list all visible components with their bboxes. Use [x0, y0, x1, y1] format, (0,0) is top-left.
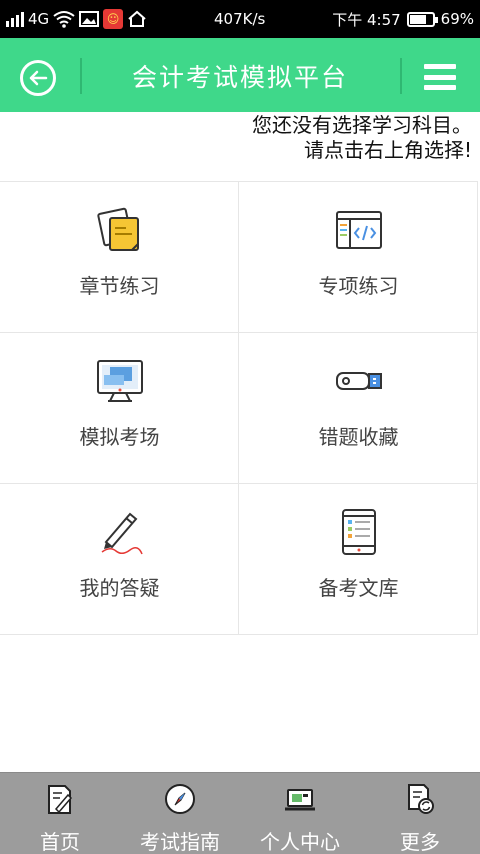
nav-item-home[interactable]: 首页: [0, 773, 120, 854]
battery-icon: [406, 11, 438, 27]
network-speed: 407K/s: [214, 10, 266, 28]
notice-line-2: 请点击右上角选择!: [303, 138, 472, 162]
hamburger-menu-icon[interactable]: [424, 64, 456, 90]
laptop-icon: [285, 789, 315, 811]
usb-drive-icon: [336, 372, 382, 390]
back-button[interactable]: [20, 60, 56, 96]
grid-item-label: 专项练习: [318, 274, 399, 298]
page-title: 会计考试模拟平台: [131, 63, 348, 92]
code-window-icon: [336, 211, 382, 249]
feature-grid: 章节练习 专项练习 模拟考场 错题收藏 我的答疑 备考文库: [0, 181, 478, 635]
grid-item-label: 我的答疑: [79, 576, 160, 600]
image-icon: [79, 11, 100, 27]
pen-icon: [101, 512, 143, 555]
compass-icon: [165, 784, 195, 814]
notes-icon: [97, 207, 139, 251]
grid-item-chapter-practice[interactable]: 章节练习: [0, 182, 239, 333]
grid-item-mock-exam[interactable]: 模拟考场: [0, 333, 239, 484]
subject-notice: 您还没有选择学习科目。 请点击右上角选择!: [252, 113, 472, 163]
back-arrow-icon: [29, 70, 48, 86]
header-divider-right: [400, 58, 402, 94]
battery-fill: [409, 14, 427, 24]
tablet-icon: [342, 509, 376, 555]
nav-item-exam-guide[interactable]: 考试指南: [120, 773, 240, 854]
home-icon: [128, 10, 146, 27]
bottom-nav: 首页 考试指南 个人中心 更多: [0, 772, 480, 854]
clock: 下午 4:57: [332, 10, 401, 29]
grid-item-label: 错题收藏: [318, 425, 399, 449]
status-right: 下午 4:57 69%: [332, 0, 474, 38]
document-pen-icon: [48, 785, 73, 814]
grid-item-label: 模拟考场: [79, 425, 160, 449]
nav-label: 个人中心: [260, 830, 340, 854]
grid-item-special-practice[interactable]: 专项练习: [239, 182, 478, 333]
nav-item-personal-center[interactable]: 个人中心: [240, 773, 360, 854]
wifi-icon: [53, 11, 75, 28]
status-left: 4G ☺: [6, 0, 147, 38]
app-badge-icon: ☺: [103, 9, 124, 29]
grid-item-label: 章节练习: [79, 274, 160, 298]
status-bar: 4G ☺ 407K/s 下午 4:57 69%: [0, 0, 480, 38]
grid-item-my-qa[interactable]: 我的答疑: [0, 484, 239, 635]
file-settings-icon: [408, 784, 434, 814]
grid-item-study-library[interactable]: 备考文库: [239, 484, 478, 635]
notice-line-1: 您还没有选择学习科目。: [252, 113, 472, 137]
battery-percent: 69%: [440, 10, 474, 28]
nav-item-more[interactable]: 更多: [360, 773, 480, 854]
header-divider-left: [80, 58, 82, 94]
app-screen: 4G ☺ 407K/s 下午 4:57 69% 会计考试模拟平台 您还没有选择学…: [0, 0, 480, 854]
nav-label: 考试指南: [140, 830, 220, 854]
signal-icon: [6, 11, 24, 27]
monitor-icon: [97, 360, 143, 402]
app-header: 会计考试模拟平台: [0, 38, 480, 112]
network-type: 4G: [28, 10, 50, 28]
nav-label: 更多: [400, 830, 440, 854]
grid-item-label: 备考文库: [318, 576, 399, 600]
nav-label: 首页: [40, 830, 80, 854]
grid-item-wrong-questions[interactable]: 错题收藏: [239, 333, 478, 484]
